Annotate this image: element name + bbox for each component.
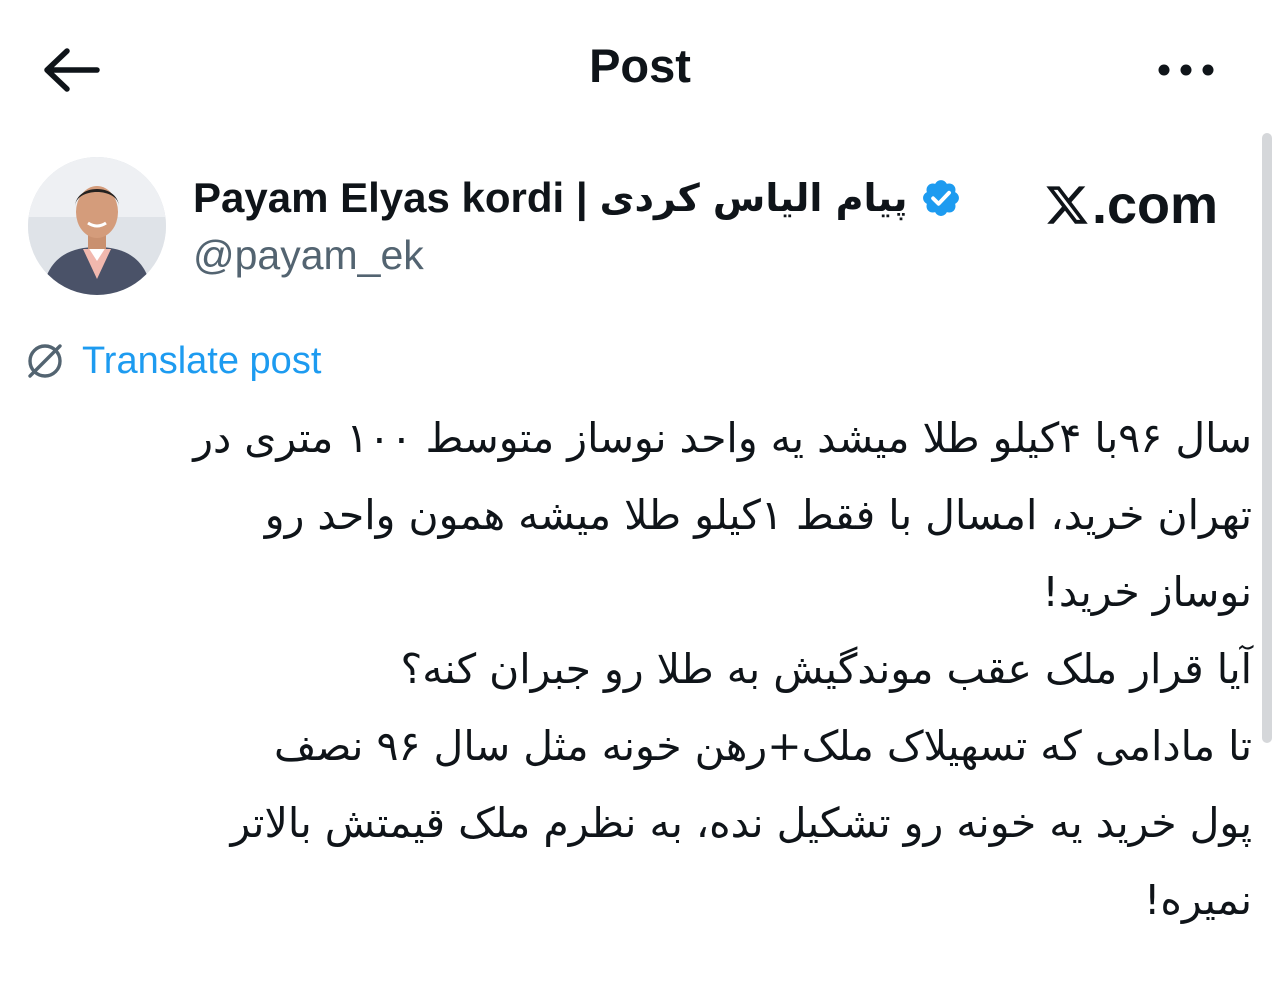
avatar[interactable] — [28, 157, 166, 295]
post-text-line: آیا قرار ملک عقب موندگیش به طلا رو جبران… — [400, 645, 1253, 693]
author-name: Payam Elyas kordi | — [193, 174, 588, 221]
x-logo-icon — [1046, 186, 1088, 224]
ellipsis-horizontal-icon — [1158, 64, 1214, 76]
post-text: سال ۹۶با ۴کیلو طلا میشد یه واحد نوساز مت… — [34, 400, 1252, 939]
profile-photo — [28, 157, 166, 295]
post-text-line: تهران خرید، امسال با فقط ۱کیلو طلا میشه … — [264, 491, 1252, 539]
watermark: .com — [1044, 170, 1218, 240]
more-options-button[interactable] — [1150, 45, 1222, 95]
post-text-line: پول خرید یه خونه رو تشکیل نده، به نظرم م… — [230, 799, 1252, 847]
watermark-text: .com — [1092, 175, 1219, 235]
post-text-line: سال ۹۶با ۴کیلو طلا میشد یه واحد نوساز مت… — [193, 414, 1252, 462]
scrollbar[interactable] — [1262, 133, 1272, 743]
post-text-line: تا مادامی که تسهیلاک ملک+رهن خونه مثل سا… — [274, 722, 1252, 770]
post-text-line: نوساز خرید! — [1042, 568, 1252, 616]
author-handle[interactable]: @payam_ek — [193, 232, 424, 279]
translate-post-button[interactable]: Translate post — [24, 335, 321, 387]
page-title: Post — [589, 39, 691, 92]
verified-badge-icon — [922, 180, 959, 216]
globe-icon — [28, 344, 62, 378]
translate-post-label: Translate post — [82, 339, 322, 382]
author-name-persian: پیام الیاس کردی — [599, 176, 908, 220]
top-bar: Post — [0, 0, 1280, 135]
author-display-name[interactable]: Payam Elyas kordi | پیام الیاس کردی — [193, 170, 962, 226]
post-text-line: نمیره! — [1143, 876, 1252, 924]
